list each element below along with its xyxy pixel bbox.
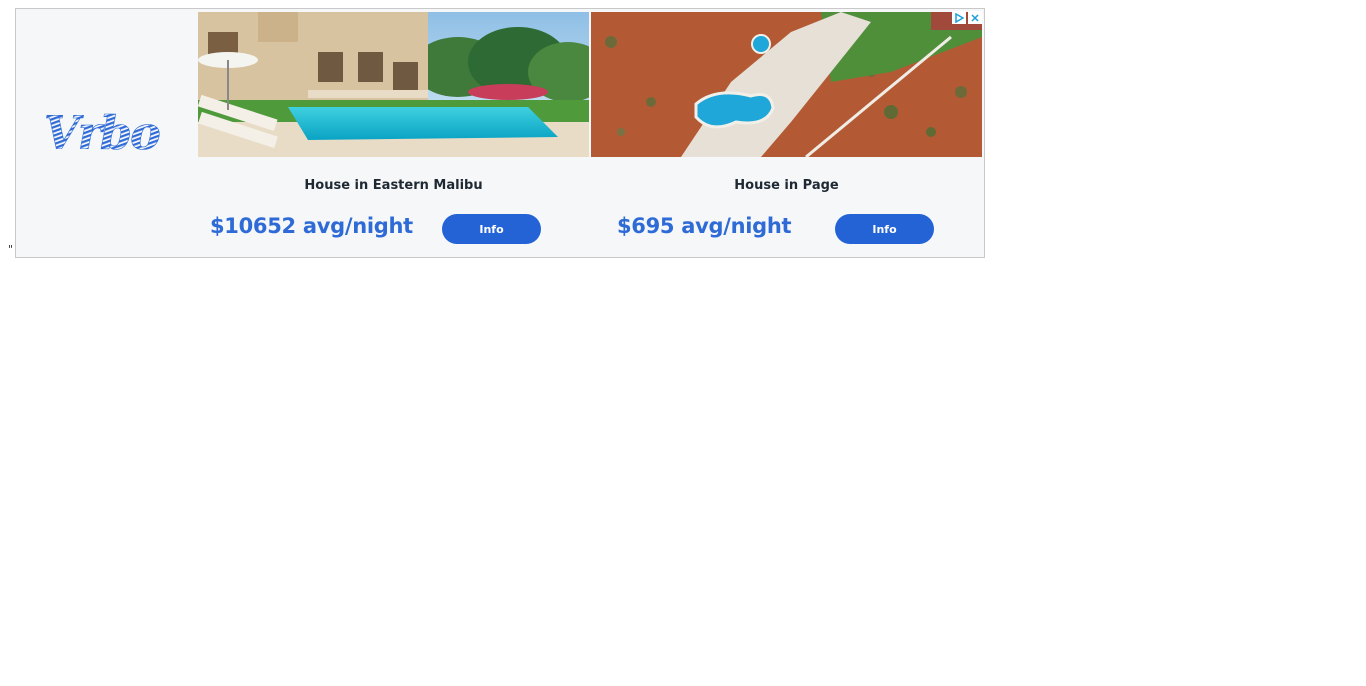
adchoices-controls[interactable] [952, 11, 982, 24]
listing-title[interactable]: House in Page [591, 178, 982, 193]
info-button[interactable]: Info [835, 214, 934, 244]
luxury-villa-pool-photo[interactable] [198, 12, 589, 157]
info-button[interactable]: Info [442, 214, 541, 244]
aerial-desert-pool-photo[interactable] [591, 12, 982, 157]
vrbo-ad-banner[interactable]: Vrbo House in Eastern Malibu $10652 avg/… [15, 8, 985, 258]
stray-quote-text: " [8, 243, 14, 256]
adchoices-triangle-icon[interactable] [952, 11, 966, 24]
listing-price: $10652 avg/night [210, 214, 413, 238]
svg-text:Vrbo: Vrbo [44, 109, 160, 157]
listing-title[interactable]: House in Eastern Malibu [198, 178, 589, 193]
vrbo-logo[interactable]: Vrbo [16, 9, 198, 257]
listing-card-page[interactable]: House in Page $695 avg/night Info [591, 12, 982, 252]
listing-card-eastern-malibu[interactable]: House in Eastern Malibu $10652 avg/night… [198, 12, 589, 252]
listing-price: $695 avg/night [617, 214, 792, 238]
close-x-icon[interactable] [968, 11, 982, 24]
